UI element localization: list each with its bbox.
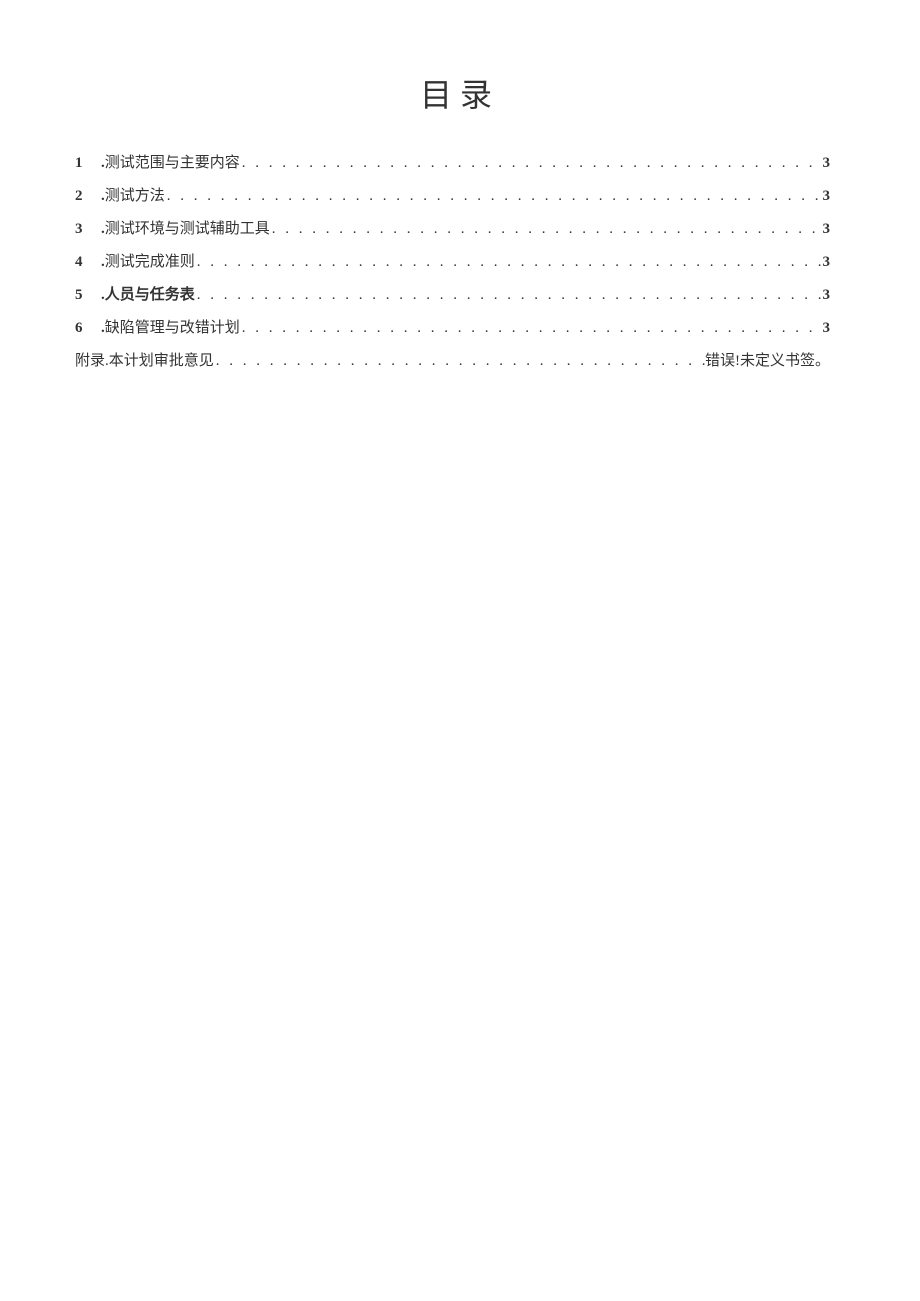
page-title: 目录 xyxy=(0,70,920,116)
toc-entry-page: 3 xyxy=(823,255,831,270)
table-of-contents: 1 . 测试范围与主要内容 3 2 . 测试方法 3 3 . 测试环境与测试辅助… xyxy=(0,156,920,369)
toc-leader-dots xyxy=(240,156,823,171)
toc-entry: 6 . 缺陷管理与改错计划 3 xyxy=(75,321,830,336)
toc-leader-dots xyxy=(270,222,823,237)
toc-leader-dots xyxy=(195,288,823,303)
toc-entry-label: 缺陷管理与改错计划 xyxy=(105,321,240,336)
toc-leader-dots xyxy=(165,189,823,204)
toc-appendix-label: 本计划审批意见 xyxy=(109,354,214,369)
toc-entry: 3 . 测试环境与测试辅助工具 3 xyxy=(75,222,830,237)
toc-entry-page: 3 xyxy=(823,189,831,204)
toc-appendix-page: 错误!未定义书签。 xyxy=(705,354,830,369)
toc-entry-page: 3 xyxy=(823,288,831,303)
toc-entry-label: 测试环境与测试辅助工具 xyxy=(105,222,270,237)
toc-entry-page: 3 xyxy=(823,222,831,237)
toc-entry-label: 测试方法 xyxy=(105,189,165,204)
toc-entry: 5 . 人员与任务表 3 xyxy=(75,288,830,303)
toc-appendix-prefix: 附录. xyxy=(75,354,109,369)
toc-entry-number: 3 xyxy=(75,222,89,237)
toc-entry-number: 4 xyxy=(75,255,89,270)
toc-entry-page: 3 xyxy=(823,156,831,171)
toc-leader-dots xyxy=(195,255,823,270)
toc-entry-number: 1 xyxy=(75,156,89,171)
toc-entry-label: 测试范围与主要内容 xyxy=(105,156,240,171)
toc-entry: 4 . 测试完成准则 3 xyxy=(75,255,830,270)
toc-appendix-entry: 附录. 本计划审批意见 错误!未定义书签。 xyxy=(75,354,830,369)
toc-entry-label: 人员与任务表 xyxy=(105,288,195,303)
toc-entry-number: 5 xyxy=(75,288,89,303)
toc-entry-label: 测试完成准则 xyxy=(105,255,195,270)
toc-entry-page: 3 xyxy=(823,321,831,336)
toc-entry: 2 . 测试方法 3 xyxy=(75,189,830,204)
toc-entry-number: 6 xyxy=(75,321,89,336)
toc-leader-dots xyxy=(214,354,705,369)
toc-leader-dots xyxy=(240,321,823,336)
toc-entry: 1 . 测试范围与主要内容 3 xyxy=(75,156,830,171)
toc-entry-number: 2 xyxy=(75,189,89,204)
